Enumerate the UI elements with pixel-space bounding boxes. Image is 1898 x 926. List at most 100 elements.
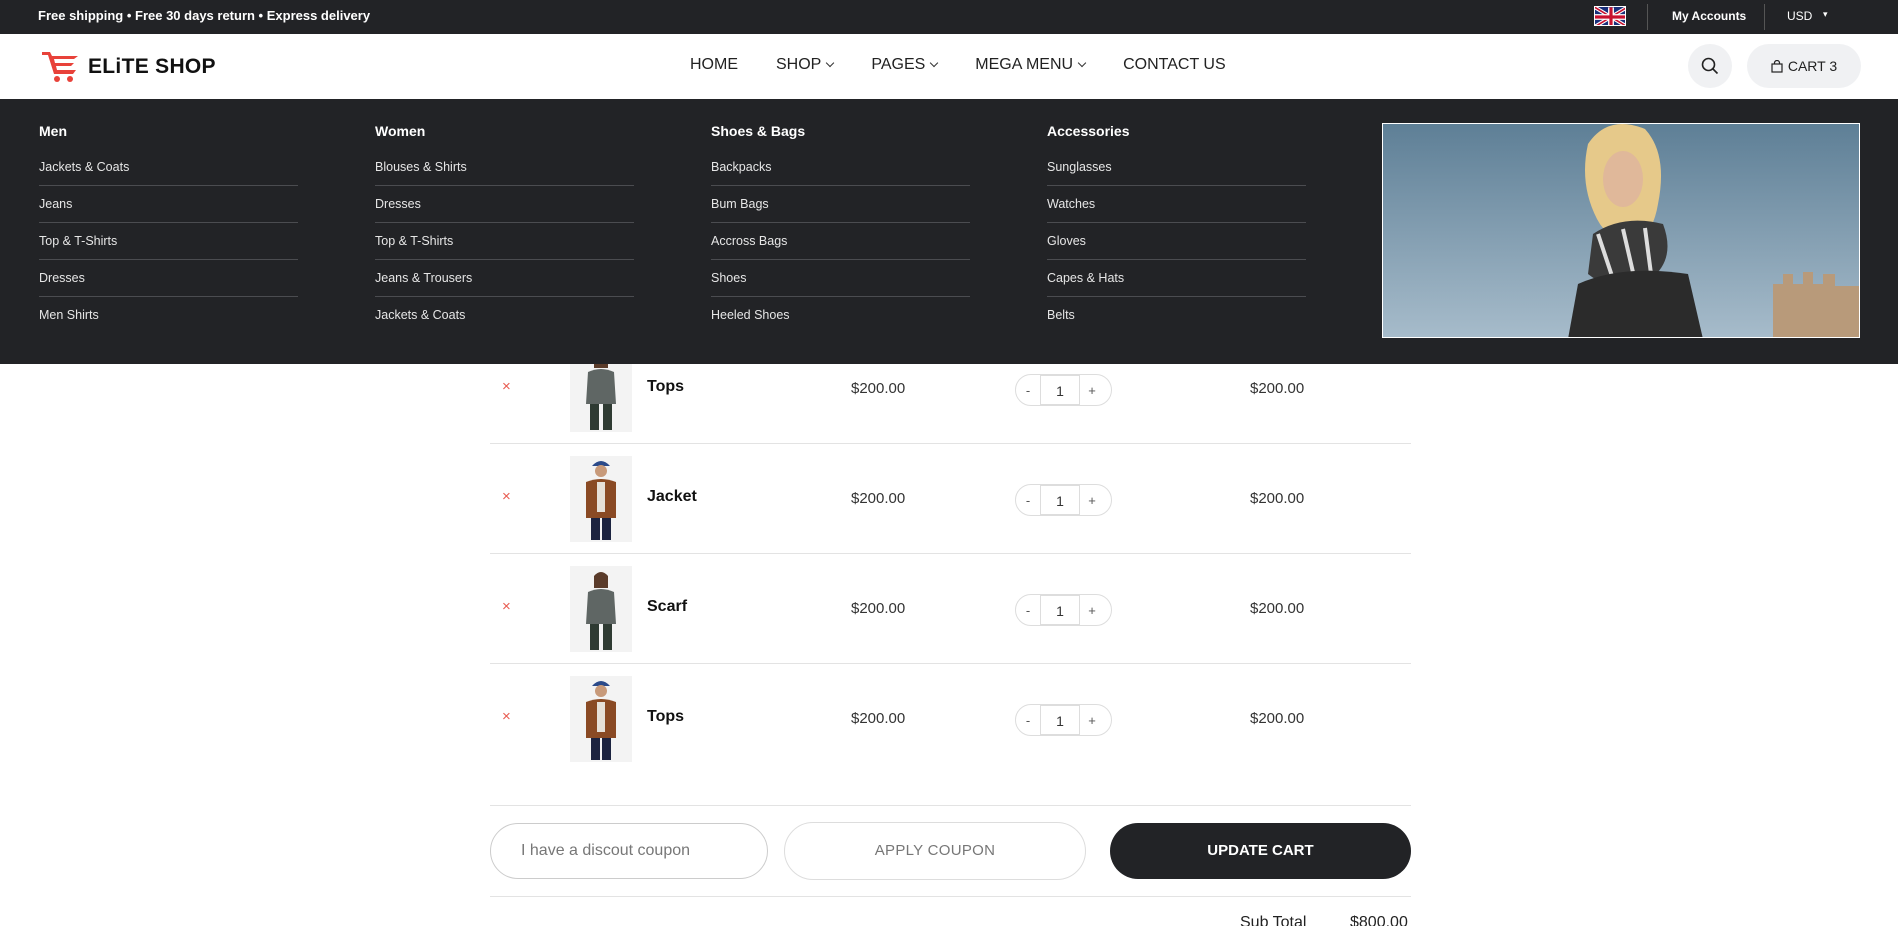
chevron-down-icon (930, 58, 939, 68)
remove-item-button[interactable]: × (502, 378, 511, 395)
chevron-down-icon[interactable]: ▾ (1823, 9, 1828, 20)
mega-column-title[interactable]: Shoes & Bags (711, 123, 970, 149)
qty-increase-button[interactable]: + (1080, 713, 1104, 728)
search-icon (1701, 57, 1719, 75)
shopping-bag-icon (1771, 59, 1783, 73)
remove-item-button[interactable]: × (502, 708, 511, 725)
product-name[interactable]: Tops (647, 708, 684, 726)
coupon-input[interactable]: I have a discout coupon (490, 823, 768, 879)
topbar-divider (1764, 4, 1765, 30)
product-name[interactable]: Tops (647, 378, 684, 396)
site-header: ELiTE SHOP HOME SHOP PAGES MEGA MENU CON… (0, 34, 1898, 99)
subtotal-value: $800.00 (1350, 914, 1408, 926)
mega-link[interactable]: Gloves (1047, 223, 1306, 260)
remove-item-button[interactable]: × (502, 488, 511, 505)
nav-label: HOME (690, 56, 738, 73)
search-button[interactable] (1688, 44, 1732, 88)
mega-link[interactable]: Men Shirts (39, 297, 298, 334)
qty-decrease-button[interactable]: - (1016, 493, 1040, 508)
update-cart-button[interactable]: UPDATE CART (1110, 823, 1411, 879)
chevron-down-icon (826, 58, 835, 68)
qty-increase-button[interactable]: + (1080, 603, 1104, 618)
product-thumbnail[interactable] (570, 566, 632, 652)
logo-cart-icon (42, 52, 78, 82)
logo-text: ELiTE SHOP (88, 55, 216, 78)
chevron-down-icon (1077, 58, 1087, 68)
mega-link[interactable]: Watches (1047, 186, 1306, 223)
qty-decrease-button[interactable]: - (1016, 713, 1040, 728)
logo[interactable]: ELiTE SHOP (40, 49, 216, 85)
mega-link[interactable]: Accross Bags (711, 223, 970, 260)
remove-item-button[interactable]: × (502, 598, 511, 615)
nav-shop[interactable]: SHOP (776, 56, 835, 74)
qty-increase-button[interactable]: + (1080, 383, 1104, 398)
mega-link[interactable]: Top & T-Shirts (375, 223, 634, 260)
mega-column-men: Men Jackets & Coats Jeans Top & T-Shirts… (39, 123, 298, 334)
quantity-stepper: - 1 + (1015, 594, 1112, 626)
quantity-stepper: - 1 + (1015, 704, 1112, 736)
mega-link[interactable]: Dresses (39, 260, 298, 297)
mega-column-title[interactable]: Women (375, 123, 634, 149)
mega-link[interactable]: Bum Bags (711, 186, 970, 223)
cart-row: × Jacket $200.00 - 1 + $200.00 (490, 444, 1411, 554)
cart-button[interactable]: CART 3 (1747, 44, 1861, 88)
cart-row: × Scarf $200.00 - 1 + $200.00 (490, 554, 1411, 664)
mega-link[interactable]: Blouses & Shirts (375, 149, 634, 186)
qty-increase-button[interactable]: + (1080, 493, 1104, 508)
nav-label: CONTACT US (1123, 56, 1226, 73)
my-accounts-link[interactable]: My Accounts (1672, 9, 1746, 23)
nav-label: PAGES (871, 56, 926, 73)
mega-link[interactable]: Shoes (711, 260, 970, 297)
apply-coupon-button[interactable]: APPLY COUPON (784, 822, 1086, 880)
mega-link[interactable]: Belts (1047, 297, 1306, 334)
mega-link[interactable]: Heeled Shoes (711, 297, 970, 334)
mega-link[interactable]: Jeans & Trousers (375, 260, 634, 297)
mega-link[interactable]: Backpacks (711, 149, 970, 186)
product-thumbnail[interactable] (570, 676, 632, 762)
mega-link[interactable]: Sunglasses (1047, 149, 1306, 186)
cart-label: CART 3 (1787, 58, 1838, 74)
nav-home[interactable]: HOME (690, 56, 738, 74)
uk-flag-icon[interactable] (1594, 6, 1626, 26)
quantity-input[interactable]: 1 (1040, 705, 1080, 735)
nav-contact-us[interactable]: CONTACT US (1123, 56, 1226, 74)
product-name[interactable]: Scarf (647, 598, 687, 616)
mega-link[interactable]: Jackets & Coats (39, 149, 298, 186)
quantity-input[interactable]: 1 (1040, 375, 1080, 405)
top-bar: Free shipping • Free 30 days return • Ex… (0, 0, 1898, 34)
line-total: $200.00 (1250, 380, 1305, 397)
divider (490, 896, 1411, 897)
mega-link[interactable]: Top & T-Shirts (39, 223, 298, 260)
line-total: $200.00 (1250, 490, 1305, 507)
topbar-divider (1647, 4, 1648, 30)
mega-column-women: Women Blouses & Shirts Dresses Top & T-S… (375, 123, 634, 334)
product-price: $200.00 (851, 380, 906, 397)
qty-decrease-button[interactable]: - (1016, 603, 1040, 618)
mega-link[interactable]: Capes & Hats (1047, 260, 1306, 297)
mega-link[interactable]: Dresses (375, 186, 634, 223)
line-total: $200.00 (1250, 600, 1305, 617)
quantity-stepper: - 1 + (1015, 374, 1112, 406)
mega-link[interactable]: Jeans (39, 186, 298, 223)
qty-decrease-button[interactable]: - (1016, 383, 1040, 398)
nav-pages[interactable]: PAGES (871, 56, 939, 74)
nav-mega-menu[interactable]: MEGA MENU (975, 56, 1087, 74)
mega-menu-promo-image[interactable] (1382, 123, 1860, 338)
product-thumbnail[interactable] (570, 456, 632, 542)
product-name[interactable]: Jacket (647, 488, 697, 506)
mega-menu-dropdown: Men Jackets & Coats Jeans Top & T-Shirts… (0, 99, 1898, 364)
nav-label: MEGA MENU (975, 56, 1074, 73)
cart-row: × Tops $200.00 - 1 + $200.00 (490, 664, 1411, 774)
mega-column-title[interactable]: Accessories (1047, 123, 1306, 149)
quantity-input[interactable]: 1 (1040, 485, 1080, 515)
mega-column-shoes-bags: Shoes & Bags Backpacks Bum Bags Accross … (711, 123, 970, 334)
mega-link[interactable]: Jackets & Coats (375, 297, 634, 334)
divider (490, 805, 1411, 806)
mega-column-title[interactable]: Men (39, 123, 298, 149)
quantity-stepper: - 1 + (1015, 484, 1112, 516)
quantity-input[interactable]: 1 (1040, 595, 1080, 625)
subtotal-label: Sub Total (1240, 914, 1307, 926)
main-nav: HOME SHOP PAGES MEGA MENU CONTACT US (690, 56, 1264, 74)
currency-select[interactable]: USD (1787, 9, 1812, 23)
mega-column-accessories: Accessories Sunglasses Watches Gloves Ca… (1047, 123, 1306, 334)
